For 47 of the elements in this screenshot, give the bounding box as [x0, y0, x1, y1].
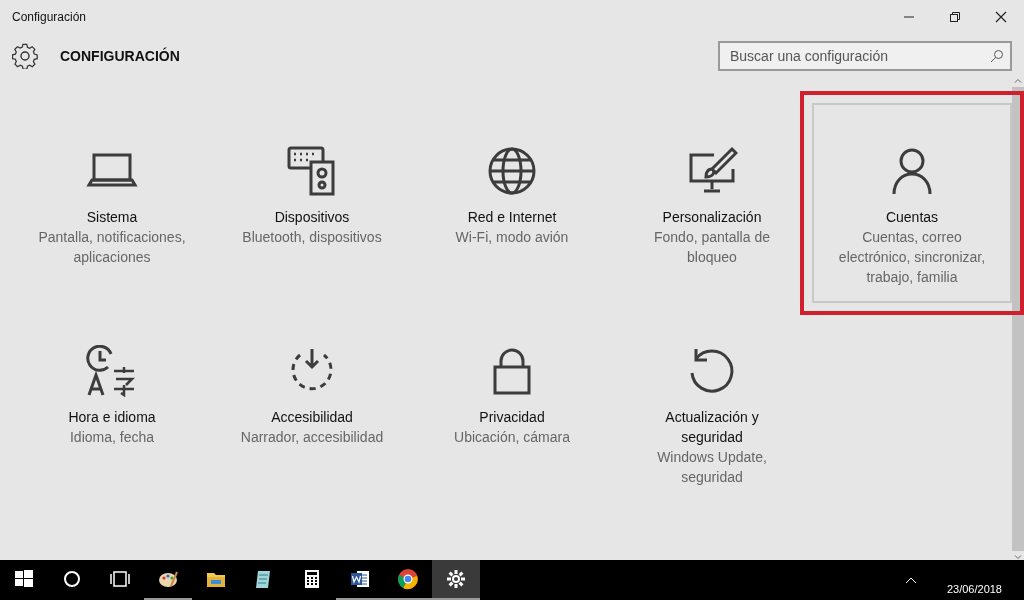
search-icon	[61, 568, 83, 590]
window-title: Configuración	[12, 10, 87, 24]
settings-tile[interactable]: Dispositivos Bluetooth, dispositivos	[212, 103, 412, 303]
close-icon	[995, 11, 1007, 23]
settings-tile[interactable]: Sistema Pantalla, notificaciones, aplicaciones	[12, 103, 212, 303]
tile-description: Wi-Fi, modo avión	[454, 228, 570, 247]
tray-date: 23/06/2018	[946, 583, 1002, 595]
tile-title: Cuentas	[884, 208, 940, 227]
settings-tile[interactable]: Actualización y seguridad Windows Update, seguridad	[612, 303, 812, 503]
tile-description: Fondo, pantalla de bloqueo	[653, 228, 771, 267]
keyboard-speaker-icon	[286, 145, 338, 197]
tile-title: Personalización	[661, 208, 763, 227]
task-view-icon	[109, 568, 131, 590]
settings-tile[interactable]: Cuentas Cuentas, correo electrónico, sincronizar, trabajo, familia	[812, 103, 1012, 303]
tile-title: Privacidad	[478, 408, 546, 427]
globe-icon	[486, 145, 538, 197]
tile-title: Red e Internet	[466, 208, 558, 227]
taskbar-button[interactable]	[432, 560, 480, 600]
tile-title: Hora e idioma	[67, 408, 157, 427]
settings-tile[interactable]: Privacidad Ubicación, cámara	[412, 303, 612, 503]
settings-tile[interactable]: Hora e idioma Idioma, fecha	[12, 303, 212, 503]
tile-title: Actualización y seguridad	[664, 408, 760, 447]
settings-tile[interactable]: Personalización Fondo, pantalla de bloqueo	[612, 103, 812, 303]
page-title: CONFIGURACIÓN	[60, 48, 180, 64]
tile-description: Bluetooth, dispositivos	[241, 228, 383, 247]
windows-logo-icon	[13, 568, 35, 590]
search-field[interactable]: Buscar una configuración	[718, 41, 1012, 71]
scroll-up-icon	[1014, 78, 1022, 83]
settings-tile[interactable]: Red e Internet Wi-Fi, modo avión	[412, 103, 612, 303]
tile-title: Sistema	[85, 208, 139, 227]
settings-icon	[445, 568, 467, 590]
restore-icon	[949, 11, 961, 23]
tile-description: Pantalla, notificaciones, aplicaciones	[37, 228, 187, 267]
browser-icon	[397, 568, 419, 590]
tile-description: Ubicación, cámara	[453, 428, 571, 447]
tile-description: Windows Update, seguridad	[656, 448, 768, 487]
document-icon	[349, 568, 371, 590]
tile-title: Dispositivos	[273, 208, 351, 227]
tile-description: Idioma, fecha	[68, 428, 156, 447]
settings-icon	[12, 43, 38, 69]
chevron-up-icon[interactable]	[904, 576, 917, 584]
scroll-down-icon	[1014, 555, 1022, 560]
search-icon	[990, 49, 1004, 63]
settings-tile[interactable]: Accesibilidad Narrador, accesibilidad	[212, 303, 412, 503]
tile-description: Narrador, accesibilidad	[239, 428, 385, 447]
tile-description: Cuentas, correo electrónico, sincronizar, trabajo, familia	[837, 228, 987, 287]
tile-title: Accesibilidad	[270, 408, 354, 427]
